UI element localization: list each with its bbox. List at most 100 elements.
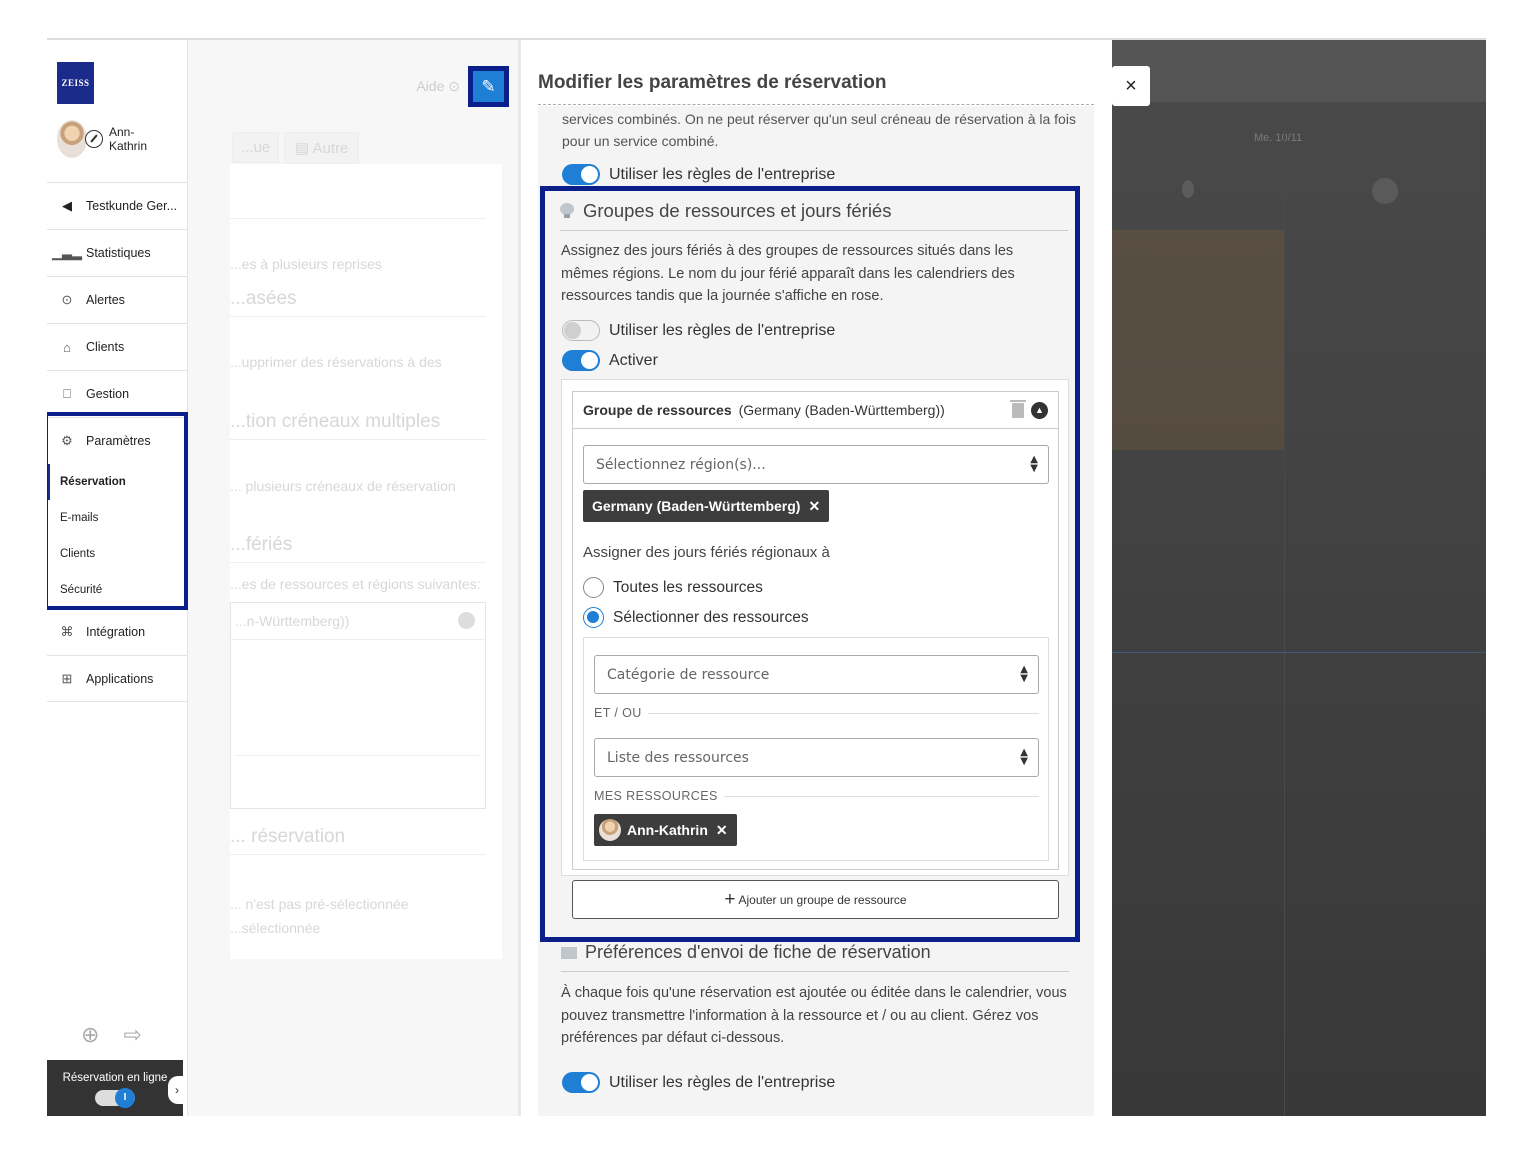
remove-tag-icon[interactable]: ✕ (716, 822, 728, 839)
holidays-description: Assignez des jours fériés à des groupes … (561, 243, 1015, 304)
settings-background-panel: Aide ⊙ ✎ ...ue ▤ Autre ...es à plusieurs… (188, 40, 521, 1116)
resource-group-region: (Germany (Baden-Württemberg)) (738, 402, 945, 418)
sidebar-item-label: Testkunde Ger... (86, 199, 178, 213)
calendar-column-divider (1284, 112, 1285, 1116)
holidays-enable-toggle[interactable] (562, 350, 600, 371)
ghost-heading: ...fériés (230, 534, 293, 555)
tab-other[interactable]: ▤ Autre (284, 132, 360, 164)
sidebar-item-integration[interactable]: ⌘ Intégration (47, 608, 188, 655)
ghost-text: ...es de ressources et régions suivantes… (230, 576, 481, 592)
ghost-text: ...es à plusieurs reprises (230, 256, 382, 272)
modal-title: Modifier les paramètres de réservation (538, 72, 887, 93)
sidebar-item-statistiques[interactable]: ▁▃▂ Statistiques (47, 229, 188, 276)
prev-company-rules-row: Utiliser les règles de l'entreprise (562, 164, 835, 185)
sidebar-item-label: Intégration (86, 625, 146, 639)
ghost-heading: ... réservation (230, 826, 346, 847)
ghost-text: ... n'est pas pré-sélectionnée (230, 896, 409, 912)
and-or-divider: ET / OU (594, 706, 1039, 720)
add-resource-group-button[interactable]: + Ajouter un groupe de ressource (572, 880, 1059, 919)
preferences-section-title: Préférences d'envoi de fiche de réservat… (561, 942, 931, 963)
settings-form-ghost: ...es à plusieurs reprises ...asées ...u… (230, 164, 502, 959)
radio-button[interactable] (583, 607, 604, 628)
remove-tag-icon[interactable]: ✕ (808, 498, 820, 515)
ghost-text: ...upprimer des réservations à des (230, 354, 442, 370)
sidebar-item-alertes[interactable]: ⊙ Alertes (47, 276, 188, 323)
sidebar-subitem-securite[interactable]: Sécurité (47, 572, 188, 608)
radio-all-resources[interactable]: Toutes les ressources (583, 577, 763, 598)
ghost-text: ...n-Württemberg)) (235, 613, 350, 629)
back-circle-icon: ◀︎ (62, 198, 72, 213)
sidebar-subitem-reservation[interactable]: Réservation (47, 464, 188, 500)
sidebar-subitem-emails[interactable]: E-mails (47, 500, 188, 536)
user-profile[interactable]: Ann-Kathrin (57, 120, 157, 158)
gears-icon: ⚙ (61, 433, 73, 448)
ghost-heading: ...asées (230, 288, 297, 309)
collapse-icon (458, 612, 475, 629)
section-title-text: Groupes de ressources et jours fériés (583, 200, 892, 221)
sidebar-subitem-clients[interactable]: Clients (47, 536, 188, 572)
resource-group-container: Groupe de ressources (Germany (Baden-Wür… (561, 379, 1069, 919)
online-booking-label: Réservation en ligne (62, 1072, 168, 1084)
holidays-company-rules-toggle[interactable] (562, 320, 600, 341)
avatar[interactable] (57, 120, 87, 158)
company-rules-toggle[interactable] (562, 164, 600, 185)
assign-holidays-label: Assigner des jours fériés régionaux à (583, 544, 830, 561)
radio-select-resources[interactable]: Sélectionner des ressources (583, 607, 809, 628)
person-icon (1182, 180, 1194, 198)
online-booking-panel: Réservation en ligne (47, 1060, 183, 1116)
app-frame: ZEISS Ann-Kathrin ◀︎ Testkunde Ger... ▁▃… (47, 38, 1486, 1116)
holidays-section-title: Groupes de ressources et jours fériés (560, 200, 891, 222)
sidebar-nav: ◀︎ Testkunde Ger... ▁▃▂ Statistiques ⊙ A… (47, 182, 188, 702)
resource-list-select[interactable]: Liste des ressources ▲ ▼ (594, 738, 1039, 777)
user-name: Ann-Kathrin (109, 125, 148, 153)
tab-partial[interactable]: ...ue (232, 132, 280, 163)
grid-icon: ⊞ (61, 670, 73, 686)
chevron-up-icon[interactable]: ▲ (1031, 402, 1048, 419)
compass-icon[interactable] (85, 130, 103, 148)
resource-group-header: Groupe de ressources (Germany (Baden-Wür… (573, 392, 1058, 429)
category-select-placeholder: Catégorie de ressource (607, 666, 770, 683)
toggle-label: Utiliser les règles de l'entreprise (609, 165, 836, 183)
ghost-text: ... plusieurs créneaux de réservation (230, 478, 456, 494)
integration-icon: ⌘ (60, 624, 74, 639)
radio-label: Sélectionner des ressources (613, 608, 809, 626)
resource-tag-label: Ann-Kathrin (627, 822, 708, 838)
chevron-right-icon[interactable]: › (168, 1076, 186, 1104)
lightbulb-icon (560, 203, 574, 219)
radio-label: Toutes les ressources (613, 578, 763, 596)
sidebar-item-testkunde[interactable]: ◀︎ Testkunde Ger... (47, 182, 188, 229)
lifebuoy-icon[interactable]: ⊕ (81, 1022, 99, 1048)
logout-icon[interactable]: ⇨ (123, 1022, 141, 1048)
sidebar-item-parametres[interactable]: ⚙ Paramètres (47, 417, 188, 464)
select-arrows-icon: ▲ ▼ (1030, 454, 1038, 474)
sidebar-item-gestion[interactable]: ⎕ Gestion (47, 370, 188, 417)
pencil-icon: ✎ (473, 71, 504, 102)
calendar-event-block (1112, 230, 1284, 450)
bulb-icon: ⊙ (448, 78, 460, 94)
tab-other-label: Autre (312, 140, 349, 157)
resource-category-select[interactable]: Catégorie de ressource ▲ ▼ (594, 655, 1039, 694)
online-booking-toggle[interactable] (95, 1088, 135, 1108)
zeiss-logo[interactable]: ZEISS (57, 62, 94, 104)
help-link[interactable]: Aide ⊙ (416, 78, 460, 95)
resource-group-card: Groupe de ressources (Germany (Baden-Wür… (572, 391, 1059, 870)
sidebar-item-label: Gestion (86, 387, 130, 401)
toggle-label: Utiliser les règles de l'entreprise (609, 1073, 836, 1091)
sidebar-item-clients[interactable]: ⌂ Clients (47, 323, 188, 370)
edit-button[interactable]: ✎ (468, 66, 509, 107)
preferences-company-rules-row: Utiliser les règles de l'entreprise (562, 1072, 835, 1093)
region-select[interactable]: Sélectionnez région(s)... ▲ ▼ (583, 445, 1049, 484)
sidebar-item-applications[interactable]: ⊞ Applications (47, 655, 188, 702)
close-button[interactable]: × (1112, 66, 1150, 106)
holidays-enable-row: Activer (562, 350, 658, 371)
trash-icon[interactable] (1010, 400, 1026, 418)
resource-list-placeholder: Liste des ressources (607, 749, 749, 766)
section-title-text: Préférences d'envoi de fiche de réservat… (585, 942, 931, 962)
section-divider (561, 971, 1069, 972)
printer-icon: ⎕ (63, 386, 71, 401)
preferences-company-rules-toggle[interactable] (562, 1072, 600, 1093)
radio-button[interactable] (583, 577, 604, 598)
sidebar-item-label: Applications (86, 671, 154, 686)
calendar-header (1112, 40, 1486, 102)
help-label: Aide (416, 78, 445, 94)
